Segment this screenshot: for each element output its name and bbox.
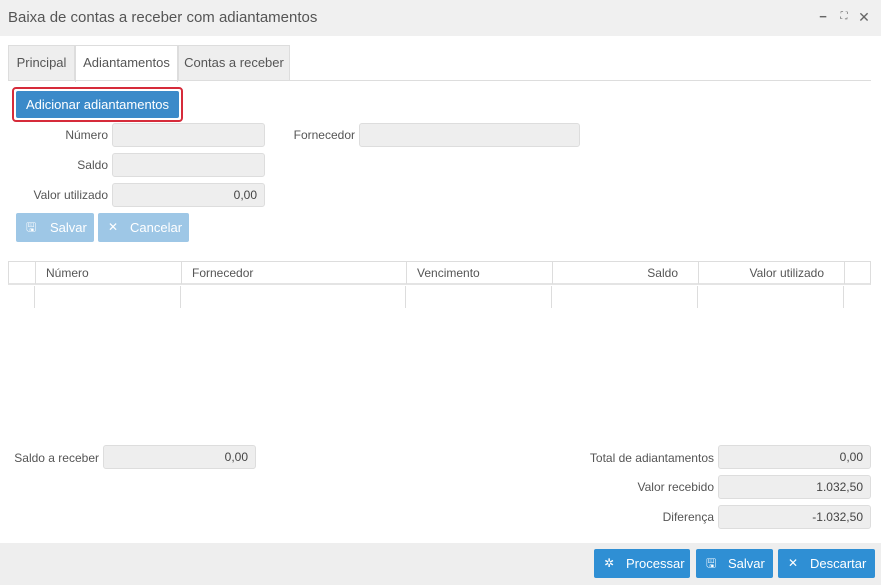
grid-col-spacer <box>844 262 870 284</box>
saldo-a-receber-label: Saldo a receber <box>14 451 99 465</box>
grid-col-valor-utilizado[interactable]: Valor utilizado <box>698 262 844 284</box>
grid-col-divider <box>843 286 844 308</box>
close-icon[interactable]: ✕ <box>857 9 871 25</box>
fornecedor-label: Fornecedor <box>293 128 355 142</box>
saldo-a-receber-field: 0,00 <box>103 445 256 469</box>
numero-field[interactable] <box>112 123 265 147</box>
total-adiantamentos-field: 0,00 <box>718 445 871 469</box>
descartar-button[interactable]: ✕ Descartar <box>778 549 875 578</box>
grid-col-divider <box>697 286 698 308</box>
processar-button[interactable]: ✲ Processar <box>594 549 690 578</box>
fornecedor-field[interactable] <box>359 123 580 147</box>
window-title: Baixa de contas a receber com adiantamen… <box>8 9 318 26</box>
valor-utilizado-field[interactable]: 0,00 <box>112 183 265 207</box>
form-save-button[interactable]: 🖫 Salvar <box>16 213 94 242</box>
diferenca-label: Diferença <box>662 510 714 524</box>
grid-col-vencimento[interactable]: Vencimento <box>406 262 552 284</box>
grid-col-divider <box>551 286 552 308</box>
grid-col-saldo[interactable]: Saldo <box>552 262 698 284</box>
grid-header: Número Fornecedor Vencimento Saldo Valor… <box>8 261 871 285</box>
processar-label: Processar <box>626 556 685 571</box>
diferenca-field: -1.032,50 <box>718 505 871 529</box>
save-icon: 🖫 <box>706 556 717 570</box>
add-adiantamentos-button-highlight: Adicionar adiantamentos <box>12 87 183 122</box>
valor-utilizado-label: Valor utilizado <box>33 188 108 202</box>
form-cancel-label: Cancelar <box>130 220 183 235</box>
form-cancel-button[interactable]: ✕ Cancelar <box>98 213 189 242</box>
saldo-field[interactable] <box>112 153 265 177</box>
close-icon: ✕ <box>788 556 799 570</box>
salvar-label: Salvar <box>728 556 765 571</box>
tab-divider <box>8 80 871 81</box>
save-icon: 🖫 <box>26 220 37 234</box>
grid-col-divider <box>34 286 35 308</box>
valor-recebido-label: Valor recebido <box>637 480 715 494</box>
tab-adiantamentos[interactable]: Adiantamentos <box>75 45 178 82</box>
total-adiantamentos-label: Total de adiantamentos <box>589 451 714 465</box>
spinner-icon: ✲ <box>604 556 615 570</box>
tab-principal[interactable]: Principal <box>8 45 75 81</box>
adiantamentos-grid: Número Fornecedor Vencimento Saldo Valor… <box>8 261 871 308</box>
add-adiantamentos-button[interactable]: Adicionar adiantamentos <box>16 91 179 118</box>
numero-label: Número <box>65 128 108 142</box>
salvar-button[interactable]: 🖫 Salvar <box>696 549 773 578</box>
close-icon: ✕ <box>108 220 119 234</box>
grid-col-select[interactable] <box>9 262 35 284</box>
grid-col-divider <box>180 286 181 308</box>
saldo-label: Saldo <box>77 158 108 172</box>
valor-recebido-field: 1.032,50 <box>718 475 871 499</box>
form-save-label: Salvar <box>50 220 87 235</box>
tab-contas-a-receber[interactable]: Contas a receber <box>178 45 290 81</box>
minimize-icon[interactable]: − <box>816 9 830 25</box>
window-titlebar: Baixa de contas a receber com adiantamen… <box>0 0 881 36</box>
descartar-label: Descartar <box>810 556 867 571</box>
maximize-icon[interactable]: ⛶ <box>837 9 851 25</box>
grid-col-fornecedor[interactable]: Fornecedor <box>181 262 406 284</box>
grid-col-numero[interactable]: Número <box>35 262 181 284</box>
grid-col-divider <box>405 286 406 308</box>
